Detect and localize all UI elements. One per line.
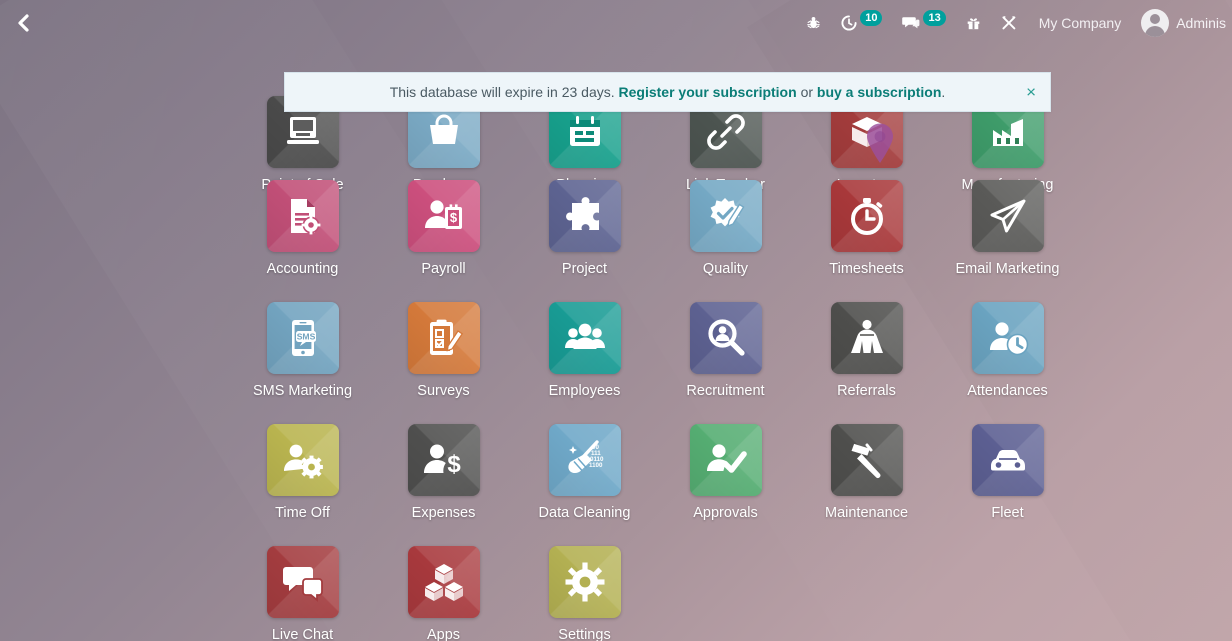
app-tile-timesheets[interactable]: Timesheets (796, 180, 937, 277)
svg-text:$: $ (447, 451, 461, 478)
data-cleaning-icon[interactable]: 00 111 0110 1100 (548, 424, 621, 496)
timesheets-icon[interactable] (830, 180, 903, 252)
app-tile-project[interactable]: Project (514, 180, 655, 277)
app-tile-recruitment[interactable]: Recruitment (655, 302, 796, 399)
app-row: Live Chat Apps Settings (232, 546, 1162, 641)
app-tile-email-marketing[interactable]: Email Marketing (937, 180, 1078, 277)
svg-text:SMS: SMS (296, 332, 315, 342)
bug-icon (807, 17, 820, 29)
live-chat-icon[interactable] (266, 546, 339, 618)
app-tile-fleet[interactable]: Fleet (937, 424, 1078, 521)
apps-icon[interactable] (407, 546, 480, 618)
app-tile-apps[interactable]: Apps (373, 546, 514, 641)
messages-icon (902, 17, 920, 29)
app-tile-live-chat[interactable]: Live Chat (232, 546, 373, 641)
maintenance-icon[interactable] (830, 424, 903, 496)
app-row: Time Off $ Expenses 00 111 0110 1100 Data Clean… (232, 424, 1162, 521)
recruitment-icon[interactable] (689, 302, 762, 374)
app-label: Accounting (266, 261, 339, 277)
activities-button[interactable]: 10 (831, 0, 892, 46)
app-tile-approvals[interactable]: Approvals (655, 424, 796, 521)
messages-button[interactable]: 13 (892, 0, 955, 46)
app-tile-payroll[interactable]: $ Payroll (373, 180, 514, 277)
user-name-label: Adminis (1176, 15, 1226, 31)
app-label: Project (561, 261, 608, 277)
app-label: Apps (426, 627, 461, 641)
employees-icon[interactable] (548, 302, 621, 374)
app-label: Settings (558, 627, 611, 641)
app-tile-maintenance[interactable]: Maintenance (796, 424, 937, 521)
database-expiry-banner: This database will expire in 23 days. Re… (284, 72, 1051, 112)
app-label: Employees (548, 383, 621, 399)
app-tile-accounting[interactable]: Accounting (232, 180, 373, 277)
project-icon[interactable] (548, 180, 621, 252)
payroll-icon[interactable]: $ (407, 180, 480, 252)
app-label: SMS Marketing (252, 383, 353, 399)
sms-marketing-icon[interactable]: SMS (266, 302, 339, 374)
systray: 10 13 My Company Adminis (796, 0, 1232, 46)
fleet-icon[interactable] (971, 424, 1044, 496)
app-label: Quality (702, 261, 749, 277)
referrals-icon[interactable] (830, 302, 903, 374)
app-tile-quality[interactable]: Quality (655, 180, 796, 277)
app-tile-time-off[interactable]: Time Off (232, 424, 373, 521)
chevron-left-icon (18, 14, 29, 32)
close-icon[interactable]: × (1026, 84, 1036, 101)
app-label: Referrals (837, 383, 896, 399)
company-switcher[interactable]: My Company (1027, 15, 1133, 31)
register-subscription-link[interactable]: Register your subscription (619, 84, 797, 100)
banner-conjunction: or (800, 84, 814, 100)
app-tile-expenses[interactable]: $ Expenses (373, 424, 514, 521)
app-tile-referrals[interactable]: Referrals (796, 302, 937, 399)
app-tile-data-cleaning[interactable]: 00 111 0110 1100 Data Cleaning (514, 424, 655, 521)
email-marketing-icon[interactable] (971, 180, 1044, 252)
approvals-icon[interactable] (689, 424, 762, 496)
tools-icon (1002, 16, 1016, 30)
app-row: SMS SMS Marketing Surveys Employees Recruitm… (232, 302, 1162, 399)
app-tile-employees[interactable]: Employees (514, 302, 655, 399)
app-tile-surveys[interactable]: Surveys (373, 302, 514, 399)
user-menu[interactable]: Adminis (1133, 9, 1232, 37)
app-label: Payroll (421, 261, 466, 277)
app-label: Maintenance (824, 505, 909, 521)
app-label: Email Marketing (955, 261, 1060, 277)
messages-badge: 13 (923, 10, 946, 26)
svg-text:$: $ (449, 210, 457, 225)
app-label: Live Chat (271, 627, 334, 641)
app-label: Time Off (275, 505, 330, 521)
app-tile-sms-marketing[interactable]: SMS SMS Marketing (232, 302, 373, 399)
banner-message: This database will expire in 23 days. Re… (390, 84, 946, 100)
svg-text:1100: 1100 (589, 462, 603, 469)
surveys-icon[interactable] (407, 302, 480, 374)
top-navigation-bar: 10 13 My Company Adminis (0, 0, 1232, 46)
app-label: Surveys (417, 383, 470, 399)
expenses-icon[interactable]: $ (407, 424, 480, 496)
banner-suffix: . (941, 84, 946, 100)
app-tile-settings[interactable]: Settings (514, 546, 655, 641)
app-label: Fleet (991, 505, 1024, 521)
settings-icon[interactable] (548, 546, 621, 618)
developer-tools-button[interactable] (991, 0, 1027, 46)
app-label: Attendances (967, 383, 1048, 399)
app-label: Timesheets (829, 261, 904, 277)
time-off-icon[interactable] (266, 424, 339, 496)
app-label: Data Cleaning (538, 505, 631, 521)
bug-button[interactable] (796, 0, 831, 46)
app-label: Recruitment (686, 383, 765, 399)
activities-badge: 10 (860, 10, 883, 26)
quality-icon[interactable] (689, 180, 762, 252)
app-row: Accounting $ Payroll Project Quality Timeshee… (232, 180, 1162, 277)
app-label: Expenses (411, 505, 476, 521)
attendances-icon[interactable] (971, 302, 1044, 374)
back-button[interactable] (6, 0, 40, 46)
user-avatar (1141, 9, 1170, 37)
accounting-icon[interactable] (266, 180, 339, 252)
buy-subscription-link[interactable]: buy a subscription (817, 84, 941, 100)
gift-icon (967, 18, 980, 30)
activity-clock-icon (841, 15, 857, 31)
app-tile-attendances[interactable]: Attendances (937, 302, 1078, 399)
banner-prefix: This database will expire in 23 days. (389, 84, 615, 100)
gift-button[interactable] (956, 0, 991, 46)
app-label: Approvals (693, 505, 758, 521)
